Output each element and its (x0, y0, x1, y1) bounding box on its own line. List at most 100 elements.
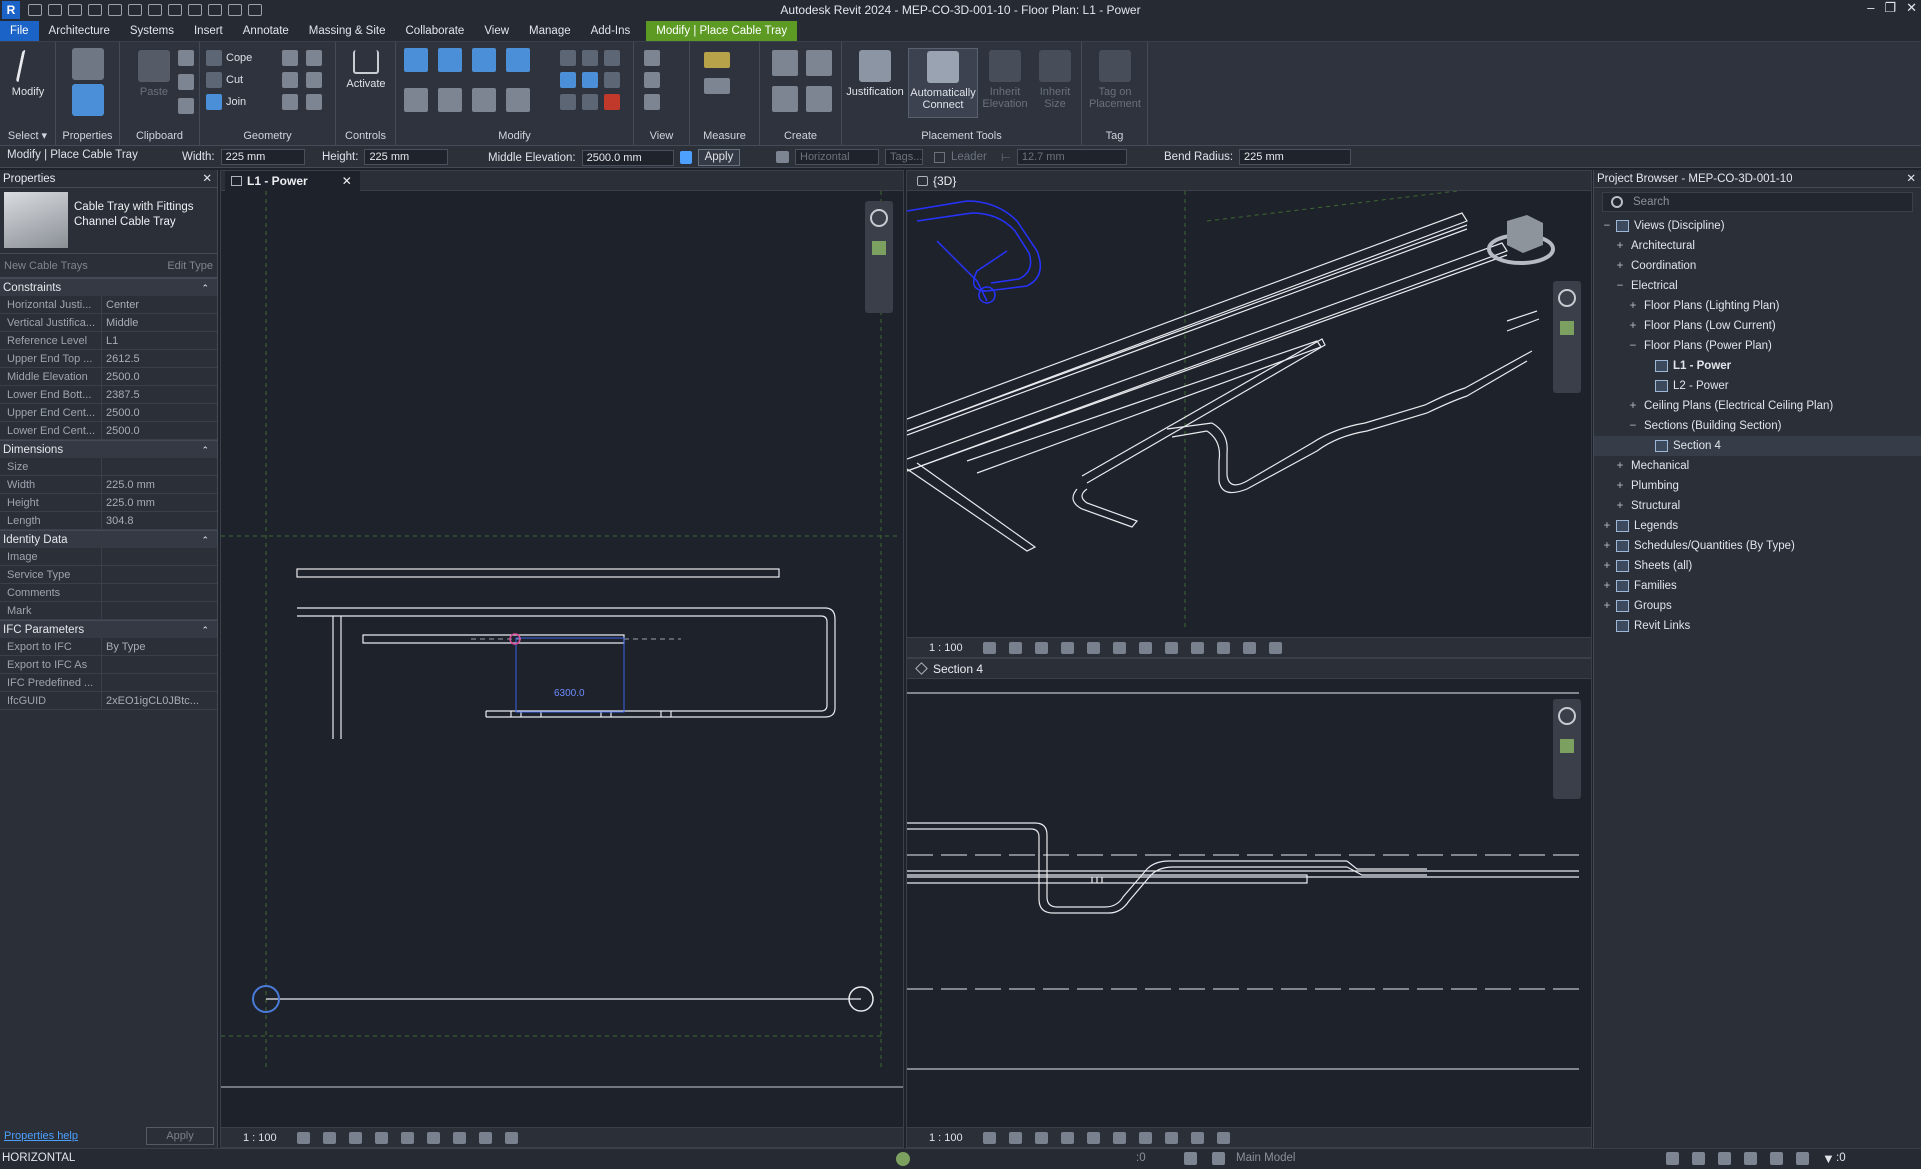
open-icon[interactable] (28, 4, 42, 16)
select-by-face-icon[interactable] (1744, 1152, 1757, 1165)
property-value[interactable]: 2xEO1igCL0JBtc... (102, 692, 217, 709)
offset-icon[interactable] (438, 48, 462, 72)
delete-icon[interactable] (604, 94, 620, 110)
browser-item[interactable]: + Plumbing (1594, 476, 1921, 496)
collapse-chevron-icon[interactable]: ⌃ (201, 279, 209, 297)
expand-icon[interactable]: + (1628, 316, 1638, 336)
select-underlay-icon[interactable] (1692, 1152, 1705, 1165)
close-view-icon[interactable]: ✕ (342, 174, 352, 188)
undo-icon[interactable] (88, 4, 102, 16)
demolish-icon[interactable] (282, 94, 298, 110)
cable-tray-run[interactable] (296, 568, 836, 739)
3d-canvas[interactable] (907, 191, 1592, 639)
property-value[interactable]: Center (102, 296, 217, 313)
3d-analytical-icon[interactable] (1268, 641, 1282, 654)
match-type-icon[interactable] (178, 98, 194, 114)
3d-render-icon[interactable] (1086, 641, 1100, 654)
property-group-header[interactable]: Identity Data ⌃ (0, 530, 217, 548)
property-value[interactable] (102, 548, 217, 565)
section-detail-level-icon[interactable] (982, 1131, 996, 1144)
bend-radius-input[interactable]: 225 mm (1239, 149, 1352, 165)
browser-item[interactable]: + Floor Plans (Low Current) (1594, 316, 1921, 336)
split-gap-icon[interactable] (582, 50, 598, 66)
detail-level-icon[interactable] (296, 1131, 310, 1144)
plan-scale[interactable]: 1 : 100 (243, 1132, 277, 1144)
expand-icon[interactable]: + (1615, 236, 1625, 256)
plan-view[interactable]: L1 - Power ✕ 6300.0 1 : 100 (220, 170, 904, 1148)
browser-item[interactable]: − Sections (Building Section) (1594, 416, 1921, 436)
expand-icon[interactable]: + (1628, 396, 1638, 416)
inherit-elevation-button[interactable]: Inherit Elevation (980, 48, 1030, 118)
create-assembly-icon[interactable] (772, 50, 798, 76)
expand-icon[interactable]: + (1602, 556, 1612, 576)
print-icon[interactable] (128, 4, 142, 16)
tag-orientation-select[interactable]: Horizontal (795, 149, 879, 165)
tags-button[interactable]: Tags... (885, 149, 923, 165)
model-icon[interactable] (1212, 1152, 1225, 1165)
tab-manage[interactable]: Manage (519, 21, 581, 41)
automatically-connect-button[interactable]: Automatically Connect (908, 48, 978, 118)
collapse-chevron-icon[interactable]: ⌃ (201, 531, 209, 549)
expand-icon[interactable]: + (1615, 456, 1625, 476)
text-icon[interactable] (188, 4, 202, 16)
3d-reveal-hidden-icon[interactable] (1216, 641, 1230, 654)
cable-trays-section[interactable] (907, 822, 1579, 914)
property-value[interactable] (102, 566, 217, 583)
measure-icon-button[interactable] (704, 52, 730, 68)
tab-architecture[interactable]: Architecture (39, 21, 120, 41)
browser-item[interactable]: + Coordination (1594, 256, 1921, 276)
tab-file[interactable]: File (0, 20, 39, 41)
inherit-size-button[interactable]: Inherit Size (1030, 48, 1080, 118)
section-navigation-bar[interactable] (1553, 699, 1581, 799)
full-navigation-wheel-icon[interactable] (870, 209, 888, 227)
temporary-isolate-icon[interactable] (452, 1131, 466, 1144)
tab-modify-place-cable-tray[interactable]: Modify | Place Cable Tray (646, 20, 798, 41)
property-value[interactable]: 2500.0 (102, 368, 217, 385)
aligned-dimension-icon[interactable] (704, 78, 730, 94)
selected-cable-tray-3d[interactable] (907, 200, 1042, 304)
tab-3d[interactable]: {3D} (911, 171, 964, 191)
minimize-button[interactable]: – (1867, 0, 1874, 16)
browser-item[interactable]: + Schedules/Quantities (By Type) (1594, 536, 1921, 556)
leader-length-input[interactable]: 12.7 mm (1016, 149, 1127, 165)
tab-systems[interactable]: Systems (120, 21, 184, 41)
cable-trays-3d[interactable] (907, 212, 1540, 552)
hide-in-view-icon[interactable] (644, 50, 660, 66)
override-graphics-icon[interactable] (644, 72, 660, 88)
move-icon[interactable] (404, 88, 428, 112)
tab-annotate[interactable]: Annotate (233, 21, 299, 41)
browser-item[interactable]: + Mechanical (1594, 456, 1921, 476)
3d-worksharing-icon[interactable] (1242, 641, 1256, 654)
remove-paint-icon[interactable] (306, 94, 322, 110)
browser-item[interactable]: Revit Links (1594, 616, 1921, 636)
leader-checkbox[interactable] (934, 151, 945, 163)
browser-close-icon[interactable]: ✕ (1906, 170, 1916, 188)
create-similar-icon[interactable] (806, 86, 832, 112)
browser-item[interactable]: − Views (Discipline) (1594, 216, 1921, 236)
reveal-hidden-icon[interactable] (478, 1131, 492, 1144)
navigation-bar[interactable] (865, 201, 893, 313)
collapse-chevron-icon[interactable]: ⌃ (201, 621, 209, 639)
paste-button[interactable]: Paste (126, 48, 182, 118)
tag-on-placement-button[interactable]: Tag on Placement (1086, 48, 1144, 118)
tab-view[interactable]: View (474, 21, 519, 41)
tab-collaborate[interactable]: Collaborate (396, 21, 475, 41)
cut-clipboard-icon[interactable] (178, 50, 194, 66)
collapse-chevron-icon[interactable]: ⌃ (201, 441, 209, 459)
type-selector[interactable]: Cable Tray with Fittings Channel Cable T… (0, 188, 217, 254)
section-icon[interactable] (228, 4, 242, 16)
section-shadows-icon[interactable] (1060, 1131, 1074, 1144)
property-value[interactable]: 2500.0 (102, 422, 217, 439)
section-navigation-wheel-icon[interactable] (1558, 707, 1576, 725)
show-crop-icon[interactable] (426, 1131, 440, 1144)
mirror-axis-icon[interactable] (472, 48, 496, 72)
worksharing-monitor-icon[interactable] (896, 1152, 910, 1166)
tag-toggle-icon[interactable] (776, 151, 789, 163)
properties-help-link[interactable]: Properties help (4, 1130, 78, 1142)
expand-icon[interactable]: + (1615, 256, 1625, 276)
property-value[interactable]: 225.0 mm (102, 476, 217, 493)
section-visual-style-icon[interactable] (1008, 1131, 1022, 1144)
3d-view[interactable]: {3D} 1 : 100 (906, 170, 1592, 658)
background-process-icon[interactable] (1796, 1152, 1809, 1165)
property-value[interactable]: L1 (102, 332, 217, 349)
